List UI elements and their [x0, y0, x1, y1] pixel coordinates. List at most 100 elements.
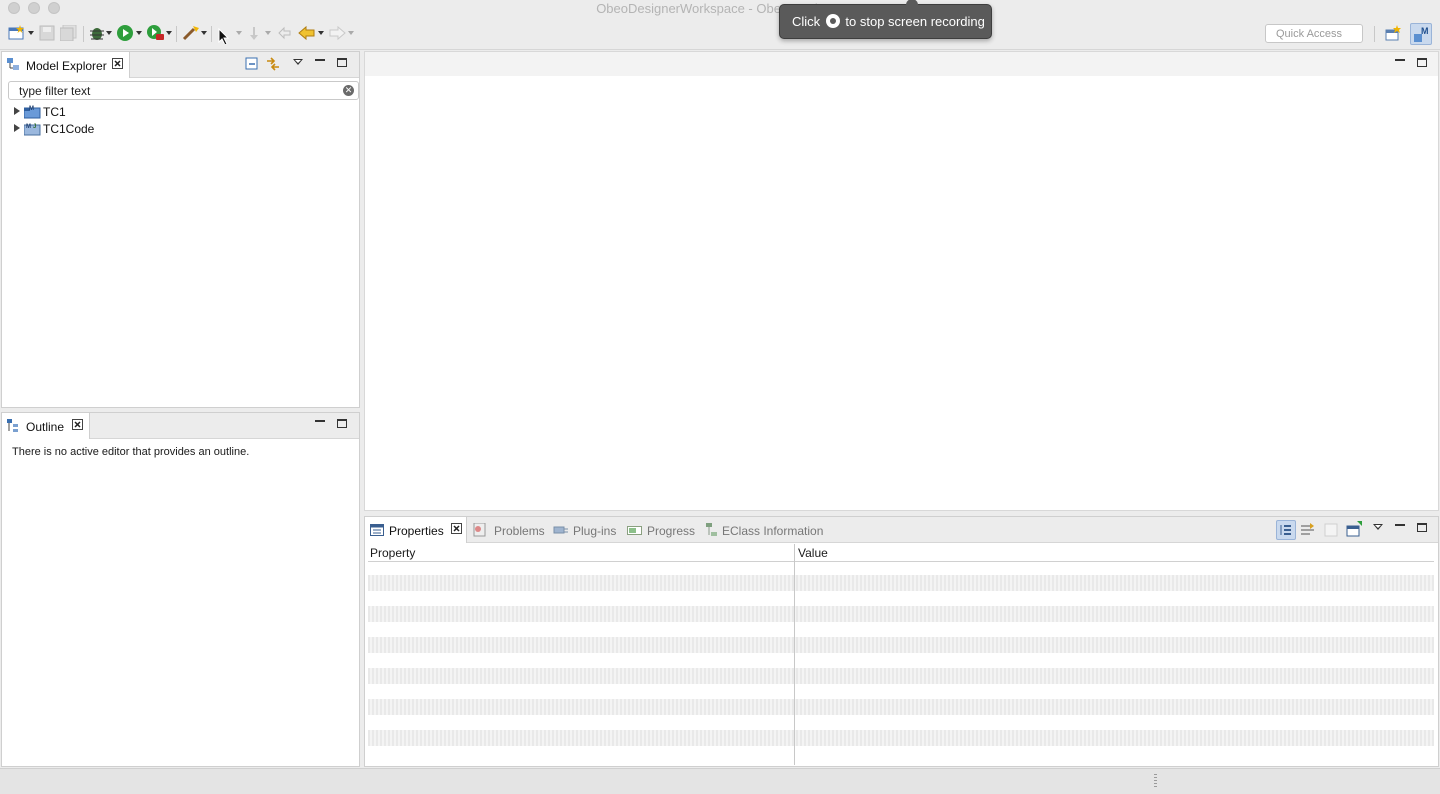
- open-perspective-button[interactable]: [1382, 23, 1404, 45]
- tree-item-tc1[interactable]: M TC1: [14, 104, 214, 120]
- tab-outline[interactable]: Outline: [2, 413, 90, 439]
- status-bar: [0, 768, 1440, 794]
- editor-area-header: [365, 52, 1438, 76]
- table-row: [368, 637, 1434, 653]
- table-row: [368, 606, 1434, 622]
- maximize-view-icon[interactable]: [337, 419, 347, 428]
- column-property[interactable]: Property: [370, 546, 415, 560]
- run-dropdown-icon[interactable]: [136, 31, 142, 35]
- svg-text:M: M: [26, 124, 31, 130]
- minimize-view-icon[interactable]: [315, 59, 325, 61]
- problems-tab-label: Problems: [494, 524, 545, 538]
- expand-twisty-icon[interactable]: [14, 107, 20, 115]
- tree-item-label: TC1Code: [43, 122, 95, 136]
- new-dropdown-icon[interactable]: [28, 31, 34, 35]
- problems-icon: [473, 523, 486, 537]
- back-icon[interactable]: [298, 25, 316, 41]
- view-menu-icon[interactable]: [293, 59, 303, 65]
- new-wizard-icon[interactable]: [8, 25, 26, 41]
- back-dropdown-icon[interactable]: [318, 31, 324, 35]
- outline-header: Outline: [2, 413, 359, 439]
- collapse-all-icon[interactable]: [245, 57, 259, 71]
- model-explorer-tab-label: Model Explorer: [26, 59, 107, 73]
- show-categories-button[interactable]: [1276, 520, 1296, 540]
- next-annotation-icon: [250, 27, 258, 40]
- table-row: [368, 699, 1434, 715]
- minimize-view-icon[interactable]: [1395, 524, 1405, 526]
- column-value[interactable]: Value: [798, 546, 828, 560]
- main-toolbar: Quick Access M: [0, 16, 1440, 50]
- eclass-info-tab-label: EClass Information: [722, 524, 824, 538]
- close-tab-icon[interactable]: [72, 419, 83, 430]
- model-explorer-icon: [7, 58, 19, 70]
- minimize-editor-icon[interactable]: [1395, 59, 1405, 61]
- svg-text:M: M: [1421, 26, 1429, 36]
- pin-to-selection-icon[interactable]: [1345, 521, 1363, 539]
- outline-icon: [7, 419, 18, 432]
- maximize-view-icon[interactable]: [1417, 523, 1427, 532]
- view-menu-icon[interactable]: [1373, 524, 1383, 530]
- close-tab-icon[interactable]: [112, 58, 123, 69]
- mouse-pointer-icon: [218, 28, 230, 44]
- plugin-icon: [553, 526, 568, 534]
- tab-model-explorer[interactable]: Model Explorer: [2, 52, 130, 78]
- model-explorer-header: Model Explorer: [2, 52, 359, 78]
- open-perspective-icon: [1385, 25, 1401, 41]
- annotation-dropdown-icon: [236, 31, 242, 35]
- svg-text:J: J: [33, 124, 36, 130]
- clear-filter-icon[interactable]: ✕: [343, 85, 354, 96]
- close-tab-icon[interactable]: [451, 523, 462, 534]
- save-icon: [39, 25, 55, 41]
- eclass-info-icon: [706, 523, 717, 536]
- progress-icon: [627, 526, 642, 535]
- outline-tab-label: Outline: [26, 420, 65, 434]
- table-row: [368, 575, 1434, 591]
- tree-item-tc1code[interactable]: M J TC1Code: [14, 121, 214, 137]
- maximize-view-icon[interactable]: [337, 58, 347, 67]
- properties-icon: [370, 524, 384, 536]
- quick-access-field[interactable]: Quick Access: [1265, 24, 1363, 43]
- search-tool-icon[interactable]: [182, 25, 200, 41]
- recording-tip-after: to stop screen recording: [845, 14, 985, 29]
- next-annotation-dropdown-icon: [265, 31, 271, 35]
- debug-dropdown-icon[interactable]: [106, 31, 112, 35]
- editor-area: [364, 51, 1439, 511]
- bottom-tabs-header: Properties Problems Plug-ins Progress EC…: [365, 517, 1438, 543]
- forward-icon: [329, 25, 346, 41]
- minimize-view-icon[interactable]: [315, 420, 325, 422]
- forward-dropdown-icon: [348, 31, 354, 35]
- tab-properties[interactable]: Properties: [365, 517, 467, 543]
- status-bar-handle[interactable]: [1154, 774, 1157, 788]
- properties-tab-label: Properties: [389, 524, 444, 538]
- code-project-icon: M J: [24, 124, 41, 136]
- restore-default-value-icon: [1324, 523, 1338, 537]
- debug-icon[interactable]: [88, 25, 106, 41]
- stop-recording-icon[interactable]: [825, 14, 840, 28]
- modeling-perspective-button[interactable]: M: [1410, 23, 1432, 45]
- model-explorer-panel: Model Explorer type filter text ✕ M TC1 …: [1, 51, 360, 408]
- run-icon[interactable]: [117, 25, 134, 41]
- title-bar: ObeoDesignerWorkspace - Obeo Designer: [0, 0, 1440, 16]
- show-advanced-properties-icon[interactable]: [1300, 522, 1316, 538]
- screen-recording-tooltip: Click to stop screen recording: [779, 0, 992, 39]
- external-tools-icon[interactable]: [147, 25, 165, 41]
- save-all-icon: [60, 25, 77, 41]
- plugins-tab-label: Plug-ins: [573, 524, 617, 538]
- categories-icon: [1280, 525, 1291, 535]
- maximize-editor-icon[interactable]: [1417, 58, 1427, 67]
- outline-panel: Outline There is no active editor that p…: [1, 412, 360, 767]
- outline-message: There is no active editor that provides …: [12, 446, 250, 458]
- properties-panel: Properties Problems Plug-ins Progress EC…: [364, 516, 1439, 767]
- external-tools-dropdown-icon[interactable]: [166, 31, 172, 35]
- window-title: ObeoDesignerWorkspace - Obeo Designer: [596, 1, 844, 16]
- modeling-project-icon: M: [24, 106, 41, 119]
- link-with-editor-icon[interactable]: [265, 56, 281, 72]
- filter-input[interactable]: type filter text ✕: [8, 81, 359, 100]
- column-divider[interactable]: [794, 544, 795, 765]
- svg-text:M: M: [29, 106, 34, 112]
- properties-table-header: Property Value: [368, 544, 1434, 562]
- search-dropdown-icon[interactable]: [201, 31, 207, 35]
- expand-twisty-icon[interactable]: [14, 124, 20, 132]
- progress-tab-label: Progress: [647, 524, 696, 538]
- table-row: [368, 730, 1434, 746]
